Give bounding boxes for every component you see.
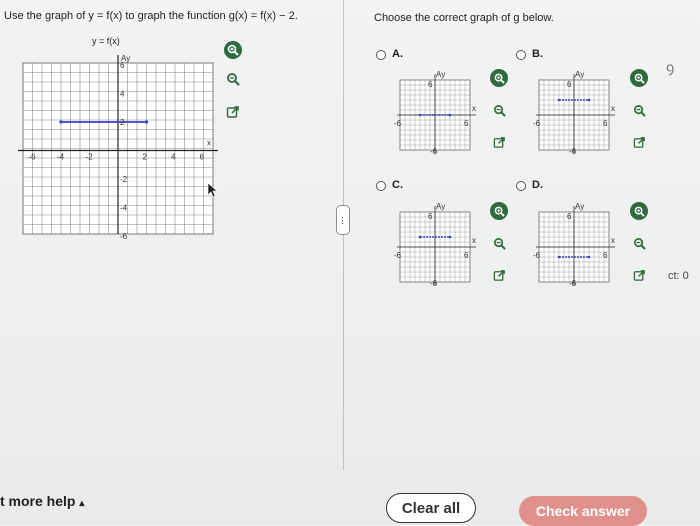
option-d-label[interactable]: D. [532, 179, 543, 191]
segment-endpoint [418, 113, 422, 117]
external-link-icon[interactable] [490, 133, 508, 151]
zoom-out-icon[interactable] [630, 101, 648, 119]
option-b-radio[interactable] [516, 50, 526, 60]
more-help-label: t more help [0, 493, 76, 509]
option-b-label[interactable]: B. [532, 48, 543, 60]
y-tick-label: 6 [120, 61, 125, 70]
zoom-out-icon[interactable] [490, 234, 508, 252]
segment-endpoint [557, 98, 561, 102]
option-c-graph[interactable]: Ay6-6 6-6x [394, 200, 484, 290]
segment-endpoint [587, 98, 591, 102]
x-tick-label: 6 [464, 251, 469, 260]
external-link-icon[interactable] [630, 133, 648, 151]
side-count: ct: 0 [668, 270, 689, 282]
y-tick-label: 6 [567, 80, 572, 89]
panel-divider [343, 0, 344, 470]
zoom-in-icon[interactable] [630, 202, 648, 220]
x-tick-label: 6 [603, 251, 608, 260]
y-tick-label: 4 [120, 90, 125, 99]
zoom-in-icon[interactable] [630, 69, 648, 87]
divider-handle[interactable]: ⋯ [336, 205, 350, 235]
main-graph: Ayx-6 -4 -2 2 4 6642-2-4-6 [18, 54, 218, 241]
y-tick-label: 6 [428, 80, 433, 89]
segment-endpoint [418, 235, 422, 239]
option-b-graph[interactable]: Ay6-6 6-6x [533, 68, 623, 158]
option-c-radio[interactable] [376, 181, 386, 191]
x-axis-label: x [472, 104, 476, 113]
option-a-radio[interactable] [376, 50, 386, 60]
side-partial-char: ꝯ [666, 59, 675, 75]
external-link-icon[interactable] [490, 266, 508, 284]
zoom-in-icon[interactable] [490, 69, 508, 87]
zoom-out-icon[interactable] [490, 101, 508, 119]
get-more-help-link[interactable]: t more help ▴ [0, 493, 84, 509]
segment-endpoint [144, 120, 149, 124]
y-tick-label: -6 [430, 279, 438, 288]
option-c-label[interactable]: C. [392, 179, 403, 191]
x-axis-label: x [611, 104, 615, 113]
y-tick-label: -4 [120, 204, 128, 213]
option-a-label[interactable]: A. [392, 48, 403, 60]
x-tick-label: 6 [603, 119, 608, 128]
zoom-in-icon[interactable] [224, 41, 242, 59]
left-prompt: Use the graph of y = f(x) to graph the f… [4, 10, 298, 22]
chevron-up-icon: ▴ [79, 498, 85, 509]
y-tick-label: -6 [120, 232, 128, 241]
x-tick-label: 6 [200, 153, 205, 162]
x-tick-label: -4 [57, 153, 65, 162]
segment-endpoint [59, 120, 63, 124]
mouse-cursor-icon [207, 182, 218, 198]
x-tick-label: -6 [29, 153, 37, 162]
option-d-radio[interactable] [516, 181, 526, 191]
y-tick-label: 2 [120, 118, 125, 127]
x-tick-label: 6 [464, 119, 469, 128]
x-tick-label: 4 [171, 153, 176, 162]
y-tick-label: 6 [428, 212, 433, 221]
y-axis-label: Ay [436, 70, 445, 79]
y-tick-label: -2 [120, 175, 128, 184]
right-prompt: Choose the correct graph of g below. [374, 12, 554, 24]
zoom-out-icon[interactable] [224, 70, 242, 88]
zoom-out-icon[interactable] [630, 234, 648, 252]
y-tick-label: -6 [569, 147, 577, 156]
x-tick-label: -2 [86, 153, 94, 162]
x-tick-label: 2 [143, 153, 148, 162]
segment-endpoint [587, 255, 591, 259]
x-tick-label: -6 [533, 119, 541, 128]
y-tick-label: -6 [430, 147, 438, 156]
segment-endpoint [448, 235, 452, 239]
x-axis-label: x [207, 139, 211, 148]
segment-endpoint [448, 113, 452, 117]
external-link-icon[interactable] [630, 266, 648, 284]
y-tick-label: -6 [569, 279, 577, 288]
y-axis-label: Ay [436, 202, 445, 211]
segment-endpoint [557, 255, 561, 259]
check-answer-button[interactable]: Check answer [519, 496, 647, 526]
y-tick-label: 6 [567, 212, 572, 221]
clear-all-button[interactable]: Clear all [386, 493, 476, 523]
x-tick-label: -6 [533, 251, 541, 260]
x-tick-label: -6 [394, 119, 402, 128]
option-a-graph[interactable]: Ay6-6 6-6x [394, 68, 484, 158]
x-axis-label: x [472, 236, 476, 245]
zoom-in-icon[interactable] [490, 202, 508, 220]
y-axis-label: Ay [575, 202, 584, 211]
x-tick-label: -6 [394, 251, 402, 260]
y-axis-label: Ay [575, 70, 584, 79]
x-axis-label: x [611, 236, 615, 245]
external-link-icon[interactable] [224, 103, 242, 121]
option-d-graph[interactable]: Ay6-6 6-6x [533, 200, 623, 290]
